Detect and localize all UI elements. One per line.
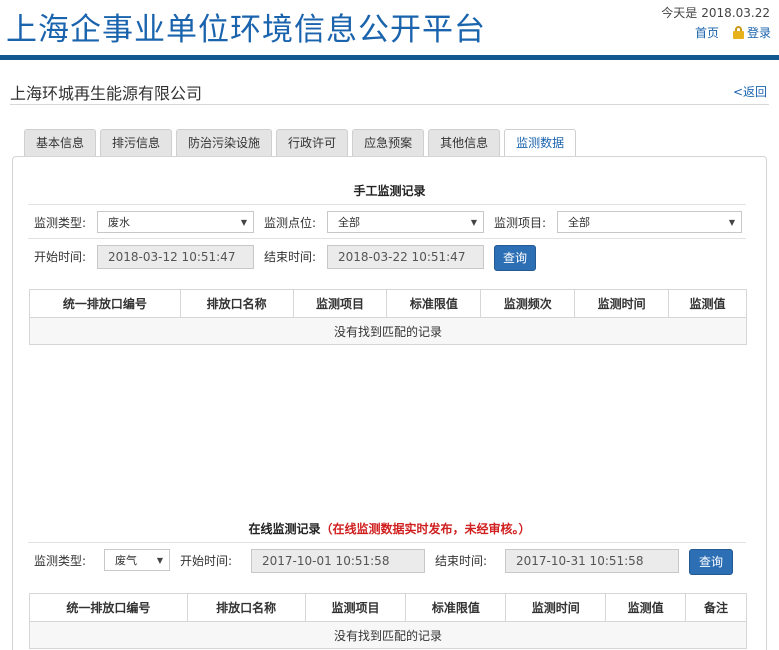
login-link[interactable]: 登录 xyxy=(747,24,771,41)
online-type-select[interactable]: 废气 ▼ xyxy=(104,549,170,571)
tab-monitoring-data[interactable]: 监测数据 xyxy=(504,129,577,157)
manual-query-button[interactable]: 查询 xyxy=(494,245,536,271)
column-header[interactable]: 统一排放口编号 xyxy=(29,289,181,318)
empty-message: 没有找到匹配的记录 xyxy=(29,317,747,345)
online-filter-row: 监测类型: 废气 ▼ 开始时间: 2017-10-01 10:51:58 结束时… xyxy=(28,542,746,580)
company-divider xyxy=(10,104,769,105)
manual-end-input[interactable]: 2018-03-22 10:51:47 xyxy=(327,245,484,269)
lock-icon xyxy=(732,26,744,39)
column-header[interactable]: 监测项目 xyxy=(292,289,388,318)
caret-down-icon: ▼ xyxy=(240,218,247,227)
column-header[interactable]: 统一排放口编号 xyxy=(29,593,188,622)
tab-admin-permit[interactable]: 行政许可 xyxy=(276,129,349,156)
caret-down-icon: ▼ xyxy=(156,556,163,565)
manual-filter-row-1: 监测类型: 废水 ▼ 监测点位: 全部 ▼ 监测项目: 全部 ▼ xyxy=(28,204,746,238)
manual-start-label: 开始时间: xyxy=(34,250,87,264)
manual-type-label: 监测类型: xyxy=(34,216,87,230)
online-end-input[interactable]: 2017-10-31 10:51:58 xyxy=(505,549,679,573)
manual-start-input[interactable]: 2018-03-12 10:51:47 xyxy=(97,245,254,269)
online-query-button[interactable]: 查询 xyxy=(689,549,733,575)
online-title: 在线监测记录 xyxy=(248,522,321,536)
column-header[interactable]: 监测时间 xyxy=(505,593,607,622)
manual-end-label: 结束时间: xyxy=(264,250,317,264)
table-row: 没有找到匹配的记录 xyxy=(29,621,747,649)
tab-basic-info[interactable]: 基本信息 xyxy=(24,129,97,156)
company-name: 上海环城再生能源有限公司 xyxy=(10,84,203,103)
site-header: 上海企事业单位环境信息公开平台 今天是 2018.03.22 首页 登录 xyxy=(0,0,779,58)
caret-down-icon: ▼ xyxy=(728,218,735,227)
online-start-input[interactable]: 2017-10-01 10:51:58 xyxy=(251,549,425,573)
manual-point-label: 监测点位: xyxy=(264,216,317,230)
today-date: 今天是 2018.03.22 xyxy=(657,4,770,21)
today-value: 2018.03.22 xyxy=(701,6,770,20)
column-header[interactable]: 监测值 xyxy=(605,593,687,622)
site-title: 上海企事业单位环境信息公开平台 xyxy=(6,12,486,48)
manual-section-title: 手工监测记录 xyxy=(353,184,426,198)
online-end-label: 结束时间: xyxy=(435,554,488,568)
online-type-value: 废气 xyxy=(115,554,137,567)
online-type-label: 监测类型: xyxy=(34,554,87,568)
manual-item-select[interactable]: 全部 ▼ xyxy=(557,211,742,233)
online-warning: （在线监测数据实时发布，未经审核。） xyxy=(320,522,531,536)
column-header[interactable]: 监测项目 xyxy=(304,593,407,622)
manual-type-select[interactable]: 废水 ▼ xyxy=(97,211,254,233)
column-header[interactable]: 监测时间 xyxy=(574,289,670,318)
column-header[interactable]: 排放口名称 xyxy=(179,289,294,318)
tab-bar: 基本信息 排污信息 防治污染设施 行政许可 应急预案 其他信息 监测数据 xyxy=(24,129,580,157)
manual-point-value: 全部 xyxy=(338,216,360,229)
tab-other-info[interactable]: 其他信息 xyxy=(428,129,501,156)
home-link[interactable]: 首页 xyxy=(695,24,719,41)
column-header[interactable]: 备注 xyxy=(685,593,747,622)
manual-records-table: 统一排放口编号 排放口名称 监测项目 标准限值 监测频次 监测时间 监测值 没有… xyxy=(29,289,747,345)
empty-message: 没有找到匹配的记录 xyxy=(29,621,747,649)
back-link[interactable]: <返回 xyxy=(733,83,767,100)
tab-pollution-facilities[interactable]: 防治污染设施 xyxy=(176,129,273,156)
column-header[interactable]: 监测频次 xyxy=(480,289,576,318)
header-links: 首页 登录 xyxy=(695,24,771,41)
column-header[interactable]: 监测值 xyxy=(668,289,747,318)
column-header[interactable]: 标准限值 xyxy=(405,593,507,622)
column-header[interactable]: 排放口名称 xyxy=(186,593,306,622)
header-divider xyxy=(0,55,779,60)
online-section-title: 在线监测记录（在线监测数据实时发布，未经审核。） xyxy=(0,520,779,537)
online-start-label: 开始时间: xyxy=(180,554,233,568)
tab-discharge-info[interactable]: 排污信息 xyxy=(100,129,173,156)
manual-item-value: 全部 xyxy=(568,216,590,229)
caret-down-icon: ▼ xyxy=(470,218,477,227)
manual-item-label: 监测项目: xyxy=(494,216,547,230)
manual-filter-row-2: 开始时间: 2018-03-12 10:51:47 结束时间: 2018-03-… xyxy=(28,238,746,276)
tab-emergency-plan[interactable]: 应急预案 xyxy=(352,129,425,156)
column-header[interactable]: 标准限值 xyxy=(386,289,482,318)
table-header-row: 统一排放口编号 排放口名称 监测项目 标准限值 监测频次 监测时间 监测值 xyxy=(29,289,747,318)
table-row: 没有找到匹配的记录 xyxy=(29,317,747,345)
today-label: 今天是 xyxy=(661,6,698,20)
manual-type-value: 废水 xyxy=(108,216,130,229)
manual-point-select[interactable]: 全部 ▼ xyxy=(327,211,484,233)
table-header-row: 统一排放口编号 排放口名称 监测项目 标准限值 监测时间 监测值 备注 xyxy=(29,593,747,622)
online-records-table: 统一排放口编号 排放口名称 监测项目 标准限值 监测时间 监测值 备注 没有找到… xyxy=(29,593,747,649)
